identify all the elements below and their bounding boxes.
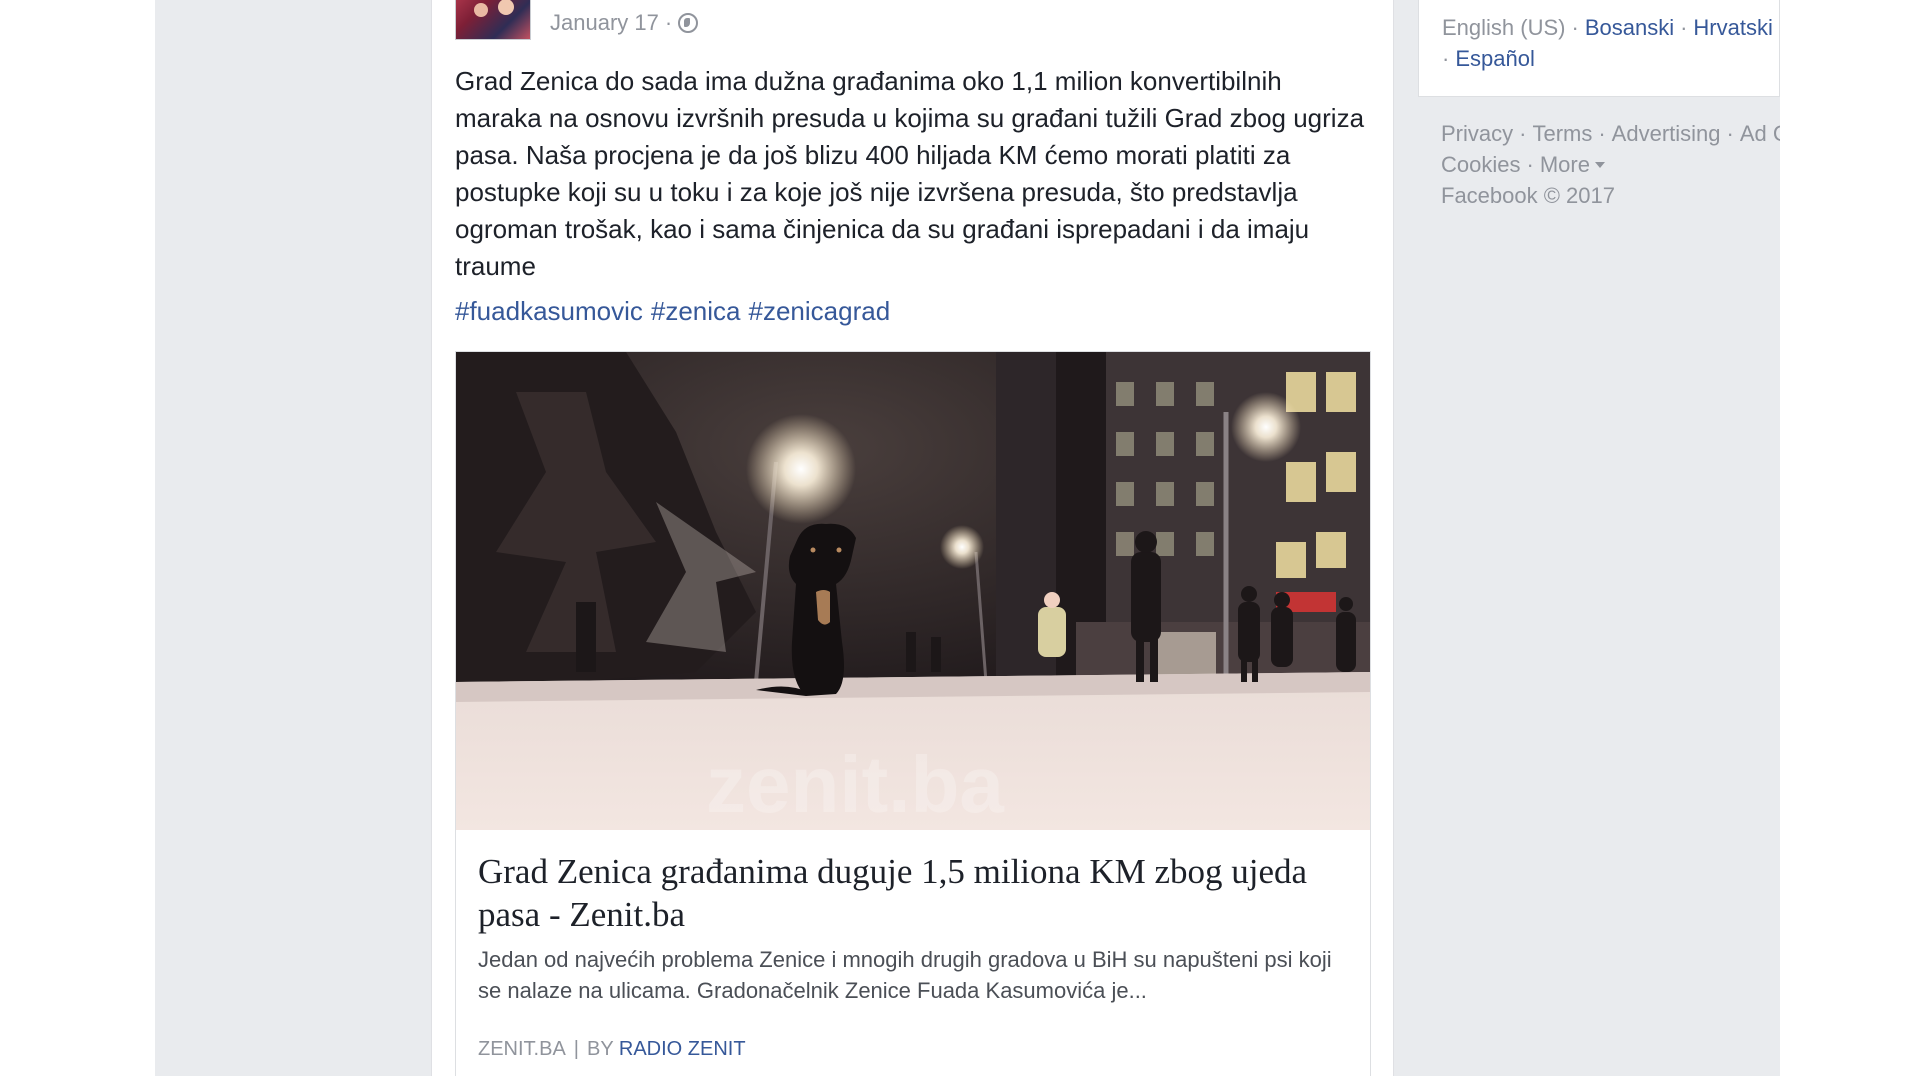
footer-link-more[interactable]: More [1540, 152, 1590, 177]
globe-icon[interactable] [678, 13, 699, 33]
link-preview-title[interactable]: Grad Zenica građanima duguje 1,5 miliona… [478, 850, 1348, 936]
language-selector: English (US) · Bosanski · Hrvatski · Español [1418, 0, 1780, 97]
link-preview-image[interactable]: zenit.ba [456, 352, 1370, 830]
post-timestamp[interactable]: January 17 [550, 10, 659, 35]
source-domain: ZENIT.BA [478, 1038, 566, 1060]
language-option-hrvatski[interactable]: Hrvatski [1693, 15, 1772, 40]
source-separator: | [573, 1038, 579, 1060]
footer-link-cookies[interactable]: Cookies [1441, 152, 1520, 177]
avatar-face-1 [474, 3, 488, 17]
news-feed-post: January 17 · Grad Zenica do sada ima dužn… [431, 0, 1394, 1076]
language-line-1: English (US) · Bosanski · Hrvatski [1442, 15, 1773, 40]
page-background: January 17 · Grad Zenica do sada ima dužn… [155, 0, 1780, 1076]
source-author-link[interactable]: RADIO ZENIT [619, 1038, 746, 1060]
footer-line-2: Cookies · More [1441, 149, 1780, 180]
language-option-bosanski[interactable]: Bosanski [1585, 15, 1674, 40]
post-hashtags: #fuadkasumovic #zenica #zenicagrad [455, 296, 898, 327]
footer-line-1: Privacy·Terms·Advertising·Ad Choices [1441, 118, 1780, 149]
hashtag-link[interactable]: #fuadkasumovic [455, 296, 643, 326]
post-meta: January 17 · [550, 10, 699, 36]
page-footer: Privacy·Terms·Advertising·Ad Choices Coo… [1441, 118, 1780, 211]
link-preview-source: ZENIT.BA | BY RADIO ZENIT [478, 1038, 746, 1061]
source-by-label: BY [587, 1038, 614, 1060]
caret-down-icon[interactable] [1594, 162, 1605, 168]
footer-link-terms[interactable]: Terms [1532, 121, 1592, 146]
meta-separator: · [664, 10, 673, 35]
footer-copyright: Facebook © 2017 [1441, 183, 1615, 208]
avatar-face-2 [498, 0, 514, 15]
link-preview-card[interactable]: zenit.ba Grad Zenica građanima duguje 1,… [455, 351, 1371, 1076]
language-line-2: · Español [1442, 46, 1535, 71]
footer-link-ad-choices[interactable]: Ad Choices [1740, 121, 1780, 146]
post-body-text: Grad Zenica do sada ima dužna građanima … [455, 66, 1365, 281]
hashtag-link[interactable]: #zenicagrad [749, 296, 891, 326]
language-option-espanol[interactable]: Español [1455, 46, 1535, 71]
footer-link-privacy[interactable]: Privacy [1441, 121, 1513, 146]
snowy-street-dog-photo: zenit.ba [456, 352, 1370, 830]
language-current: English (US) [1442, 15, 1566, 40]
profile-avatar[interactable] [455, 0, 531, 40]
footer-link-advertising[interactable]: Advertising [1612, 121, 1721, 146]
image-watermark: zenit.ba [706, 740, 1004, 829]
hashtag-link[interactable]: #zenica [651, 296, 741, 326]
link-preview-description: Jedan od najvećih problema Zenice i mnog… [478, 947, 1332, 1003]
